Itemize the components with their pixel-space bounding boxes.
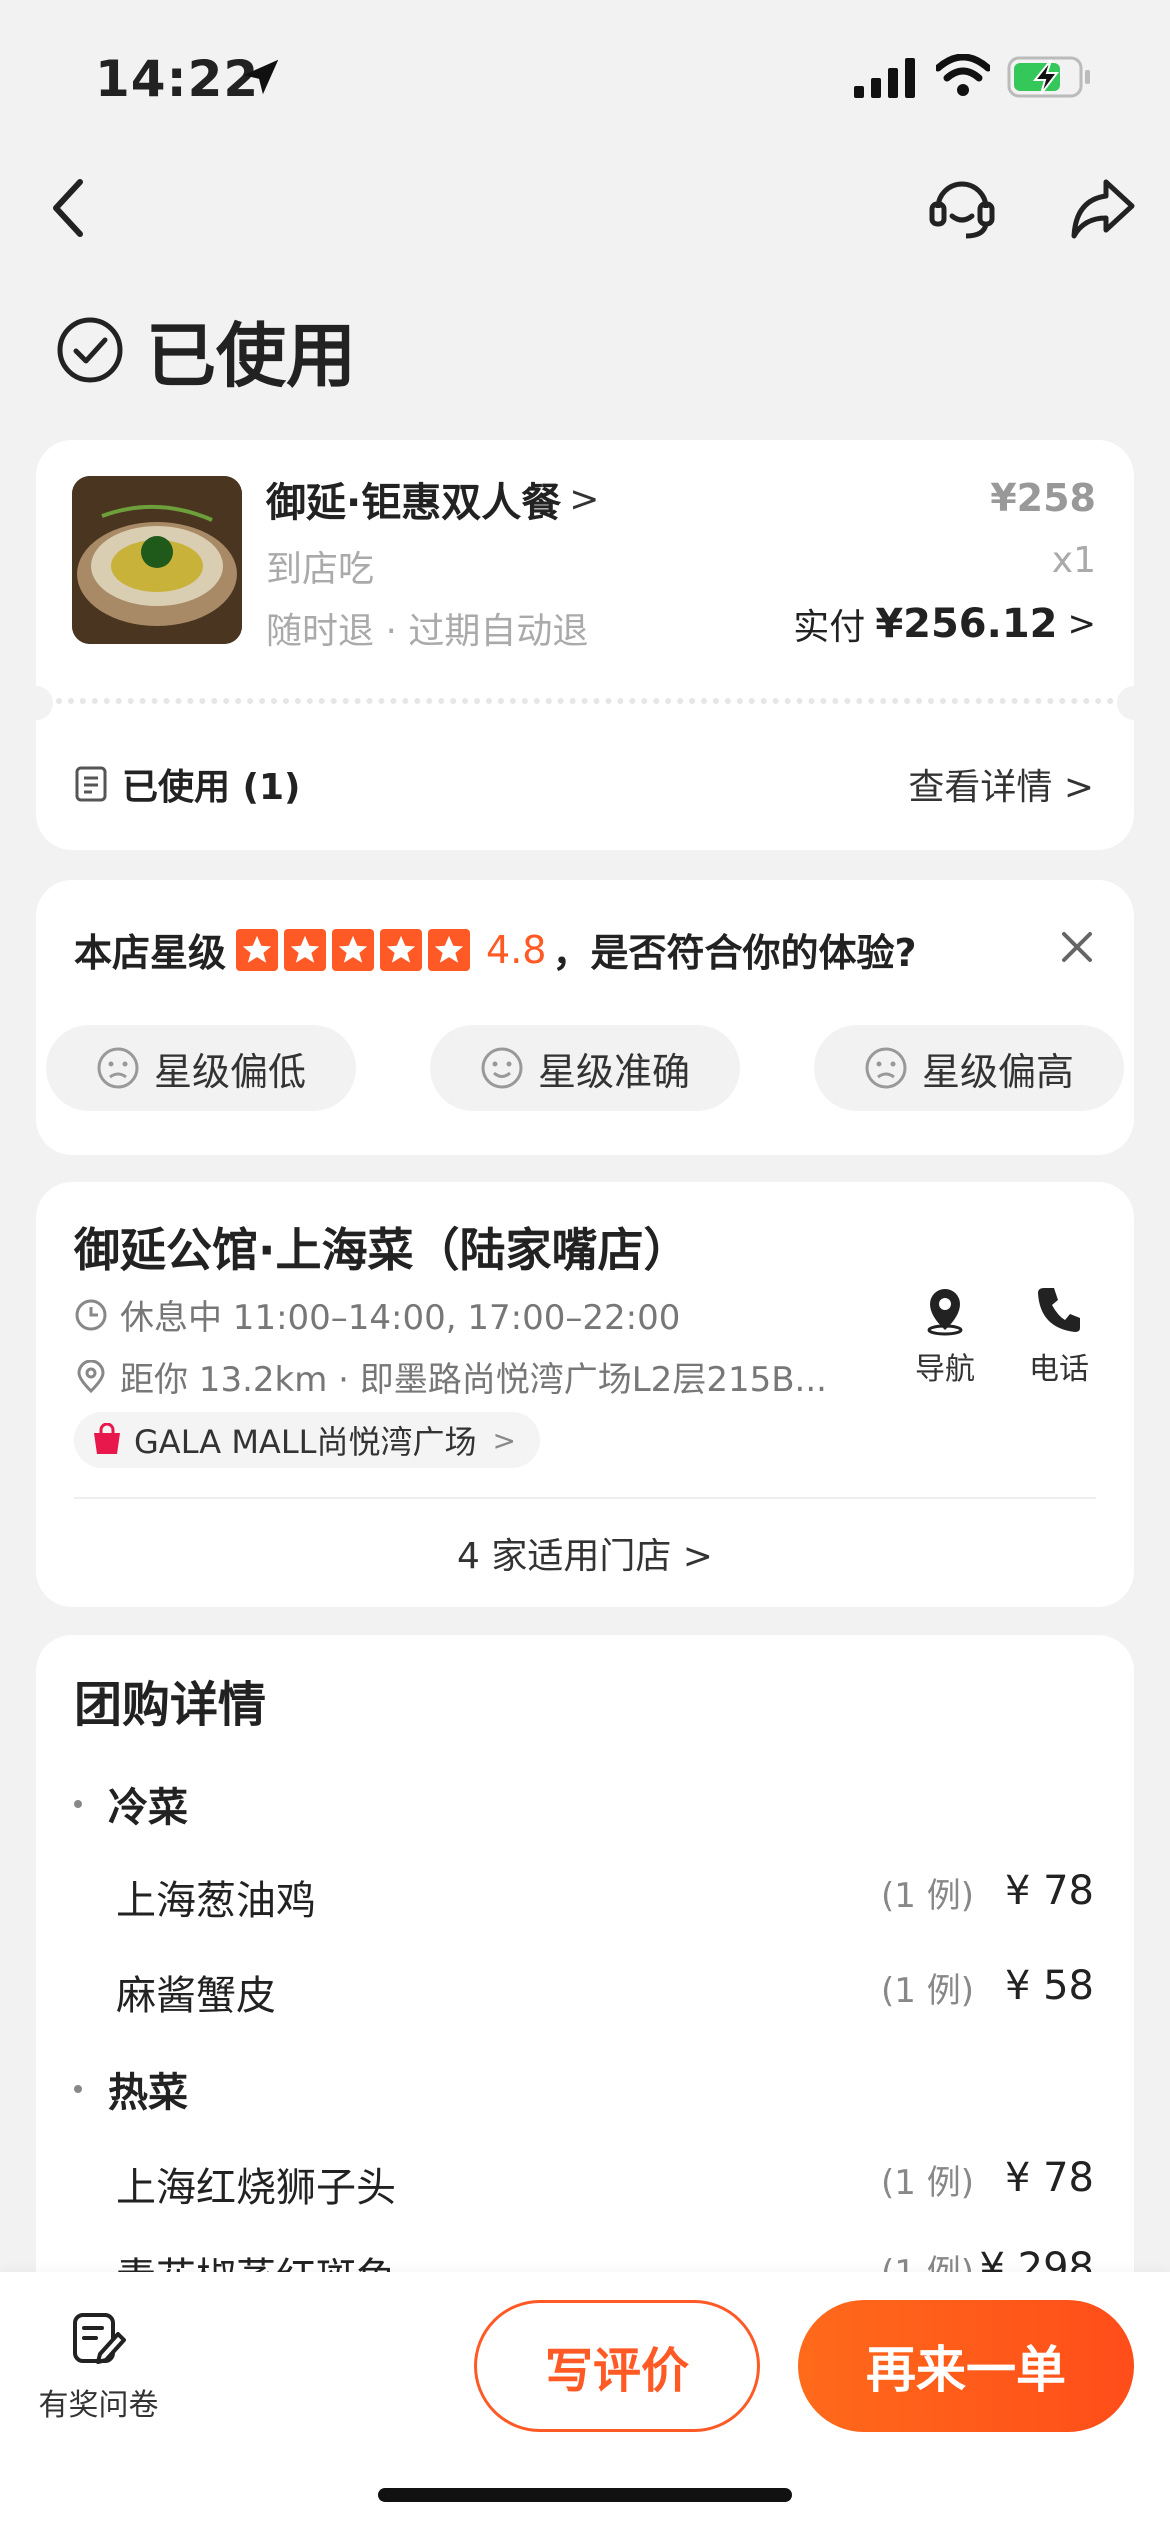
- dish-thumbnail: [72, 476, 242, 644]
- menu-item: 麻酱蟹皮 (1 例) ¥ 58: [116, 1963, 1094, 2019]
- star-icon: [332, 928, 375, 971]
- document-icon: [75, 766, 107, 802]
- status-time: 14:22: [95, 50, 260, 108]
- category-heading: 热菜: [74, 2060, 188, 2118]
- status-bar: 14:22: [0, 0, 1170, 150]
- clock-icon: [75, 1299, 107, 1330]
- battery-charging-icon: [1007, 56, 1090, 98]
- rating-accurate-button[interactable]: 星级准确: [430, 1025, 740, 1111]
- close-icon[interactable]: [1060, 930, 1094, 964]
- phone-button[interactable]: 电话: [1014, 1282, 1104, 1388]
- chevron-right-icon: >: [1067, 604, 1097, 644]
- nav-bar: [0, 160, 1170, 250]
- mall-tag[interactable]: GALA MALL尚悦湾广场 >: [74, 1412, 540, 1468]
- survey-edit-icon: [72, 2313, 126, 2364]
- star-rating: [236, 928, 476, 971]
- paid-amount[interactable]: 实付 ¥256.12 >: [793, 598, 1096, 650]
- navigate-button[interactable]: 导航: [900, 1282, 990, 1388]
- rating-high-button[interactable]: 星级偏高: [814, 1025, 1124, 1111]
- unhappy-face-icon: [97, 1047, 139, 1089]
- wifi-icon: [936, 54, 990, 96]
- rating-score: 4.8: [486, 927, 547, 972]
- order-card[interactable]: 御延·钜惠双人餐 > 到店吃 随时退 · 过期自动退 ¥258 x1 实付 ¥256…: [19, 440, 1151, 850]
- write-review-button[interactable]: 写评价: [474, 2300, 760, 2432]
- customer-service-icon[interactable]: [926, 174, 998, 242]
- star-icon: [236, 928, 279, 971]
- chevron-right-icon: >: [492, 1423, 516, 1457]
- check-circle-icon: [57, 317, 123, 383]
- rating-question: 本店星级 4.8 ，是否符合你的体验?: [74, 927, 917, 976]
- shopping-bag-icon: [94, 1423, 120, 1454]
- product-title[interactable]: 御延·钜惠双人餐 >: [266, 470, 599, 528]
- rating-card: 本店星级 4.8 ，是否符合你的体验? 星级偏低 星级准确 星级偏高: [36, 880, 1134, 1155]
- menu-item: 上海葱油鸡 (1 例) ¥ 78: [116, 1868, 1094, 1924]
- original-price: ¥258: [990, 476, 1096, 520]
- shop-hours: 休息中 11:00–14:00, 17:00–22:00: [74, 1290, 680, 1339]
- star-icon: [428, 928, 471, 971]
- home-indicator[interactable]: [378, 2488, 792, 2502]
- quantity: x1: [1051, 540, 1096, 581]
- unhappy-face-icon: [865, 1047, 907, 1089]
- smile-face-icon: [481, 1047, 523, 1089]
- menu-item: 上海红烧狮子头 (1 例) ¥ 78: [116, 2155, 1094, 2211]
- phone-icon: [1038, 1288, 1080, 1332]
- category-heading: 冷菜: [74, 1775, 188, 1833]
- reorder-button[interactable]: 再来一单: [798, 2300, 1134, 2432]
- back-icon[interactable]: [42, 176, 98, 240]
- dashed-divider: [56, 698, 1114, 704]
- refund-policy: 随时退 · 过期自动退: [266, 611, 589, 652]
- star-icon: [284, 928, 327, 971]
- section-title: 团购详情: [74, 1677, 267, 1733]
- applicable-stores-link[interactable]: 4 家适用门店 >: [36, 1527, 1134, 1579]
- share-icon[interactable]: [1066, 174, 1138, 242]
- ticket-notch: [19, 686, 53, 720]
- star-icon: [380, 928, 423, 971]
- shop-name[interactable]: 御延公馆·上海菜（陆家嘴店）: [74, 1214, 689, 1280]
- signal-icon: [854, 58, 915, 98]
- divider: [74, 1497, 1096, 1499]
- ticket-notch: [1117, 686, 1151, 720]
- chevron-right-icon: >: [569, 478, 600, 520]
- order-state: 已使用: [56, 305, 356, 397]
- view-detail-link[interactable]: 查看详情 >: [908, 758, 1094, 810]
- state-title: 已使用: [146, 314, 356, 397]
- location-arrow-icon: [243, 59, 279, 95]
- product-type: 到店吃: [266, 549, 375, 590]
- navigation-icon: [927, 1289, 963, 1336]
- survey-button[interactable]: 有奖问卷: [36, 2310, 161, 2424]
- shop-address[interactable]: 距你 13.2km · 即墨路尚悦湾广场L2层215B...: [74, 1352, 904, 1401]
- shop-card: 御延公馆·上海菜（陆家嘴店） 休息中 11:00–14:00, 17:00–22…: [36, 1182, 1134, 1607]
- location-pin-icon: [77, 1359, 105, 1393]
- used-coupon-label: 已使用 (1): [74, 758, 301, 810]
- rating-low-button[interactable]: 星级偏低: [46, 1025, 356, 1111]
